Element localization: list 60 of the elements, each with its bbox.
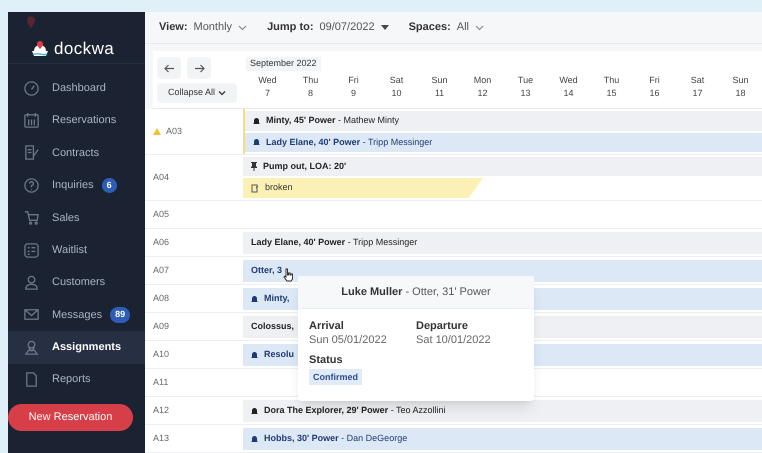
weekday-label: Wed [559, 74, 578, 86]
weekday-label: Sun [431, 74, 448, 86]
status-badge: Confirmed [309, 369, 362, 385]
space-label: A09 [153, 320, 170, 333]
space-label: A03 [166, 124, 182, 138]
booking-text: Hobbs, 30' Power - Dan DeGeorge [264, 432, 408, 445]
month-label: September 2022 [246, 57, 321, 70]
field-value: Sun 05/01/2022 [309, 333, 388, 347]
weekday-label: Sun [732, 74, 748, 86]
booking-text: Minty, [264, 292, 290, 305]
filter-label: View: [159, 20, 188, 36]
space-label: A10 [153, 348, 170, 361]
weekday-label: Sat [690, 74, 704, 86]
space-label: A12 [153, 404, 170, 417]
space-label: A07 [153, 264, 170, 277]
weekday-label: Fri [649, 74, 660, 86]
weekday-label: Tue [518, 74, 534, 86]
weekday-label: Wed [258, 74, 277, 86]
weekday-label: Thu [604, 74, 620, 86]
date-label: 14 [563, 86, 574, 100]
date-label: 11 [434, 86, 444, 100]
booking-text: Pump out, LOA: 20' [263, 160, 346, 173]
date-label: 16 [649, 86, 660, 100]
space-label: A04 [153, 170, 170, 184]
tooltip-title: Luke Muller - Otter, 31' Power [341, 284, 491, 300]
date-label: 15 [606, 86, 616, 100]
space-label: A05 [153, 208, 170, 221]
weekday-label: Fri [348, 74, 359, 86]
booking-text: Otter, 3 [251, 264, 282, 277]
count-badge: 89 [110, 307, 130, 323]
date-label: 17 [692, 86, 702, 100]
booking-text: Lady Elane, 40' Power - Tripp Messinger [251, 236, 418, 249]
weekday-label: Sat [390, 74, 404, 86]
note-text: broken [265, 181, 293, 194]
booking-text: Colossus, [251, 320, 294, 333]
booking-text: Dora The Explorer, 29' Power - Teo Azzollini [264, 404, 446, 417]
date-label: 18 [735, 86, 746, 100]
date-label: 12 [477, 86, 488, 100]
filter-label: Jump to: [267, 20, 314, 36]
date-label: 8 [308, 86, 313, 100]
space-label: A11 [153, 376, 168, 389]
weekday-label: Mon [474, 74, 492, 86]
booking-text: Lady Elane, 40' Power - Tripp Messinger [266, 136, 432, 149]
field-label: Departure [416, 319, 469, 333]
booking-text: Minty, 45' Power - Mathew Minty [266, 114, 400, 127]
field-value: Sat 10/01/2022 [416, 333, 492, 347]
filter-label: Spaces: [408, 20, 451, 36]
space-label: A06 [153, 236, 170, 249]
field-label: Arrival [309, 319, 345, 333]
date-label: 10 [391, 86, 402, 100]
date-label: 13 [520, 86, 530, 100]
space-label: A13 [153, 432, 170, 445]
weekday-label: Thu [302, 74, 318, 86]
field-label: Status [309, 353, 343, 367]
booking-text: Resolu [264, 348, 294, 361]
date-label: 9 [350, 86, 356, 100]
date-label: 7 [264, 86, 270, 100]
logo-text: dockwa [54, 38, 114, 60]
space-label: A08 [153, 292, 170, 305]
count-badge: 6 [102, 178, 117, 194]
